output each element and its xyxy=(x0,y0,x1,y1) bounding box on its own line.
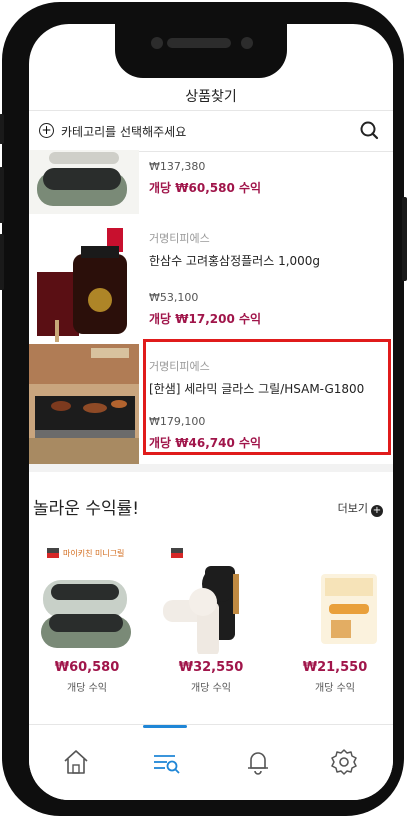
product-row[interactable]: 거명티피에스 한삼수 고려홍삼정플러스 1,000g ₩53,100 개당 ₩1… xyxy=(29,220,393,344)
product-card-image xyxy=(281,544,389,654)
product-seller: 거명티피에스 xyxy=(149,232,210,245)
plus-circle-icon: + xyxy=(371,505,383,517)
speaker xyxy=(167,38,231,48)
product-card-image: 마이키친 미니그릴 xyxy=(33,544,141,654)
section-title: 놀라운 수익률! xyxy=(33,499,140,519)
product-card-price: ₩21,550 xyxy=(302,660,368,675)
product-thumbnail xyxy=(29,344,139,466)
product-row[interactable]: ₩137,380 개당 ₩60,580 수익 xyxy=(29,150,393,214)
product-card-image xyxy=(157,544,265,656)
list-search-icon[interactable] xyxy=(151,747,181,777)
category-selector[interactable]: + 카테고리를 선택해주세요 xyxy=(29,110,393,152)
volume-down-button xyxy=(0,234,4,290)
product-thumbnail xyxy=(29,220,139,344)
section-divider xyxy=(29,464,393,472)
add-circle-icon: + xyxy=(39,123,54,138)
top-bar: 상품찾기 xyxy=(29,80,393,110)
active-tab-indicator xyxy=(143,725,187,728)
category-selector-label: 카테고리를 선택해주세요 xyxy=(61,125,187,139)
camera-right xyxy=(241,37,253,49)
product-card[interactable]: ₩21,550 개당 수익 xyxy=(281,544,389,694)
phone-frame: 상품찾기 + 카테고리를 선택해주세요 ₩137,380 개당 ₩60,580 … xyxy=(0,2,407,816)
product-price: ₩53,100 xyxy=(149,291,199,304)
more-button-label: 더보기 xyxy=(337,502,368,515)
bell-icon[interactable] xyxy=(243,747,273,777)
product-profit: 개당 ₩17,200 수익 xyxy=(149,312,262,326)
highlight-box xyxy=(143,339,391,455)
product-name: 한삼수 고려홍삼정플러스 1,000g xyxy=(149,254,321,268)
product-profit: 개당 ₩60,580 수익 xyxy=(149,181,262,195)
screen: 상품찾기 + 카테고리를 선택해주세요 ₩137,380 개당 ₩60,580 … xyxy=(29,24,393,800)
bottom-tab-bar xyxy=(29,724,393,800)
product-card-badge: 마이키친 미니그릴 xyxy=(63,549,125,558)
product-card-price: ₩32,550 xyxy=(178,660,244,675)
home-icon[interactable] xyxy=(61,747,91,777)
power-button xyxy=(402,197,407,281)
product-card-label: 개당 수익 xyxy=(315,683,355,694)
page-title: 상품찾기 xyxy=(185,89,237,105)
product-card-label: 개당 수익 xyxy=(67,683,107,694)
product-card[interactable]: 마이키친 미니그릴 ₩60,580 개당 수익 xyxy=(33,544,141,694)
product-card-label: 개당 수익 xyxy=(191,683,231,694)
volume-up-button xyxy=(0,167,4,223)
settings-icon[interactable] xyxy=(329,747,359,777)
mute-switch xyxy=(0,114,4,144)
product-card-price: ₩60,580 xyxy=(54,660,120,675)
product-price: ₩137,380 xyxy=(149,160,206,173)
product-card[interactable]: ₩32,550 개당 수익 xyxy=(157,544,265,694)
product-thumbnail xyxy=(29,150,139,214)
camera-left xyxy=(151,37,163,49)
notch xyxy=(115,24,287,78)
search-icon[interactable] xyxy=(359,120,379,140)
more-button[interactable]: 더보기 + xyxy=(338,500,383,517)
